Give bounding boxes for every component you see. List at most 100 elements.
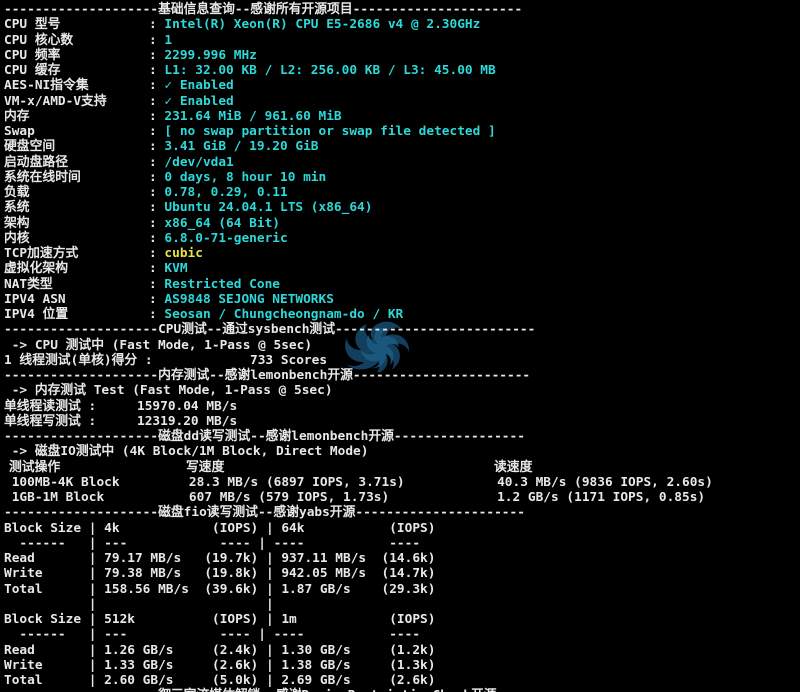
separator-basic-info: --------------------基础信息查询--感谢所有开源项目----… [4,2,523,17]
positioned-value: 测试操作 [9,459,61,475]
field-label: 架构 [4,215,30,231]
colon: : [149,32,165,48]
field-value: cubic [164,246,203,261]
field-value: ✓ Enabled [164,78,234,94]
field-label: 内核 [4,230,30,246]
fio-total-large: Total | 2.60 GB/s (5.0k) | 2.69 GB/s (2.… [4,673,436,688]
kv-arch: 架构: x86_64 (64 Bit) [4,216,800,231]
separator-cpu-test: --------------------CPU测试--通过sysbench测试-… [4,322,536,338]
separator-fio-test: --------------------磁盘fio读写测试--感谢yabs开源-… [4,505,525,521]
colon: : [149,185,165,200]
field-label: Swap [4,124,35,139]
colon: : [149,307,165,322]
field-label: VM-x/AMD-V支持 [4,93,107,109]
field-value: 3.41 GiB / 19.20 GiB [164,139,319,155]
colon: : [149,17,165,33]
field-value: /dev/vda1 [164,154,234,170]
kv-vmx-amdv: VM-x/AMD-V支持: ✓ Enabled [4,94,800,109]
separator-memory-test: --------------------内存测试--感谢lemonbench开源… [4,368,531,383]
field-value: 1 [164,32,173,48]
positioned-value: 12319.20 MB/s [137,413,238,429]
colon: : [149,78,165,94]
field-value: KVM [164,261,188,277]
positioned-value: 733 Scores [250,352,328,368]
colon: : [149,246,165,261]
fio-total-small: Total | 158.56 MB/s (39.6k) | 1.87 GB/s … [4,581,436,597]
kv-disk-space: 硬盘空间: 3.41 GiB / 19.20 GiB [4,139,800,154]
fio-divider-small: ------ | --- ---- | ---- ---- [4,535,428,551]
field-value: [ no swap partition or swap file detecte… [164,124,496,139]
kv-load: 负载: 0.78, 0.29, 0.11 [4,185,800,200]
kv-ipv4-location: IPV4 位置: Seosan / Chungcheongnam-do / KR [4,307,800,322]
row-prefix: 单线程写测试 : [4,413,97,429]
dd-row-1m: 1GB-1M Block 607 MB/s (579 IOPS, 1.73s) … [4,490,706,505]
field-label: IPV4 位置 [4,307,69,322]
kv-memory: 内存: 231.64 MiB / 961.60 MiB [4,109,800,124]
disk-io-status: -> 磁盘IO测试中 (4K Block/1M Block, Direct Mo… [4,444,369,460]
colon: : [149,93,165,109]
field-label: AES-NI指令集 [4,78,89,94]
field-label: CPU 核心数 [4,32,74,48]
field-label: CPU 频率 [4,47,61,63]
colon: : [149,139,165,155]
fio-divider-large: ------ | --- ---- | ---- ---- [4,627,428,643]
terminal-output[interactable]: --------------------基础信息查询--感谢所有开源项目----… [0,0,800,692]
fio-write-large: Write | 1.33 GB/s (2.6k) | 1.38 GB/s (1.… [4,657,436,673]
field-value: 0 days, 8 hour 10 min [164,169,327,185]
dd-row-4k: 100MB-4K Block 28.3 MB/s (6897 IOPS, 3.7… [4,474,713,490]
fio-write-small: Write | 79.38 MB/s (19.8k) | 942.05 MB/s… [4,566,436,582]
field-label: TCP加速方式 [4,246,79,261]
field-value: Ubuntu 24.04.1 LTS (x86_64) [164,200,373,216]
field-label: 内存 [4,108,30,124]
kv-nat-type: NAT类型: Restricted Cone [4,277,800,292]
row-prefix: 单线程读测试 : [4,398,97,414]
field-value: Restricted Cone [164,276,280,292]
kv-aes-ni: AES-NI指令集: ✓ Enabled [4,78,800,93]
colon: : [149,200,165,216]
colon: : [149,291,165,307]
field-value: 231.64 MiB / 961.60 MiB [164,108,342,124]
kv-tcp-cc: TCP加速方式: cubic [4,246,800,261]
cpu-score: 1 线程测试(单核)得分 : 733 Scores [4,353,800,368]
cpu-test-status: -> CPU 测试中 (Fast Mode, 1-Pass @ 5sec) [4,337,313,353]
colon: : [149,154,165,170]
terminal-screen: { "colors": { "bg": "#000000", "fg": "#e… [0,0,800,692]
field-value: 6.8.0-71-generic [164,230,288,246]
field-value: 2299.996 MHz [164,47,257,63]
separator-next-partial: --------------------御三家流媒体解锁--感谢RegionRe… [4,688,800,692]
kv-cpu-model: CPU 型号: Intel(R) Xeon(R) CPU E5-2686 v4 … [4,17,800,32]
memory-read: 单线程读测试 : 15970.04 MB/s [4,399,800,414]
colon: : [149,215,165,231]
kv-cpu-freq: CPU 频率: 2299.996 MHz [4,48,800,63]
field-label: 虚拟化架构 [4,261,68,277]
field-label: 系统 [4,200,30,216]
memory-write: 单线程写测试 : 12319.20 MB/s [4,414,800,429]
field-value: Intel(R) Xeon(R) CPU E5-2686 v4 @ 2.30GH… [164,17,481,33]
fio-read-large: Read | 1.26 GB/s (2.4k) | 1.30 GB/s (1.2… [4,642,436,658]
field-value: L1: 32.00 KB / L2: 256.00 KB / L3: 45.00… [164,63,496,78]
colon: : [149,108,165,124]
fio-read-small: Read | 79.17 MB/s (19.7k) | 937.11 MB/s … [4,551,436,566]
positioned-value: 15970.04 MB/s [137,398,238,414]
positioned-value: 写速度 [186,459,225,475]
kv-virt: 虚拟化架构: KVM [4,261,800,276]
colon: : [149,63,165,78]
field-value: Seosan / Chungcheongnam-do / KR [164,307,404,322]
colon: : [149,230,165,246]
kv-cpu-cache: CPU 缓存: L1: 32.00 KB / L2: 256.00 KB / L… [4,63,800,78]
kv-uptime: 系统在线时间: 0 days, 8 hour 10 min [4,170,800,185]
separator-dd-test: --------------------磁盘dd读写测试--感谢lemonben… [4,429,525,444]
field-label: 硬盘空间 [4,139,56,155]
field-label: NAT类型 [4,276,53,292]
field-label: IPV4 ASN [4,291,66,307]
field-value: 0.78, 0.29, 0.11 [164,185,288,200]
kv-boot-path: 启动盘路径: /dev/vda1 [4,155,800,170]
kv-os: 系统: Ubuntu 24.04.1 LTS (x86_64) [4,200,800,215]
field-label: 系统在线时间 [4,169,81,185]
kv-ipv4-asn: IPV4 ASN: AS9848 SEJONG NETWORKS [4,292,800,307]
fio-spacer: | | [4,596,436,612]
kv-swap: Swap: [ no swap partition or swap file d… [4,124,800,139]
colon: : [149,169,165,185]
row-prefix: 1 线程测试(单核)得分 : [4,352,153,368]
field-value: ✓ Enabled [164,93,234,109]
